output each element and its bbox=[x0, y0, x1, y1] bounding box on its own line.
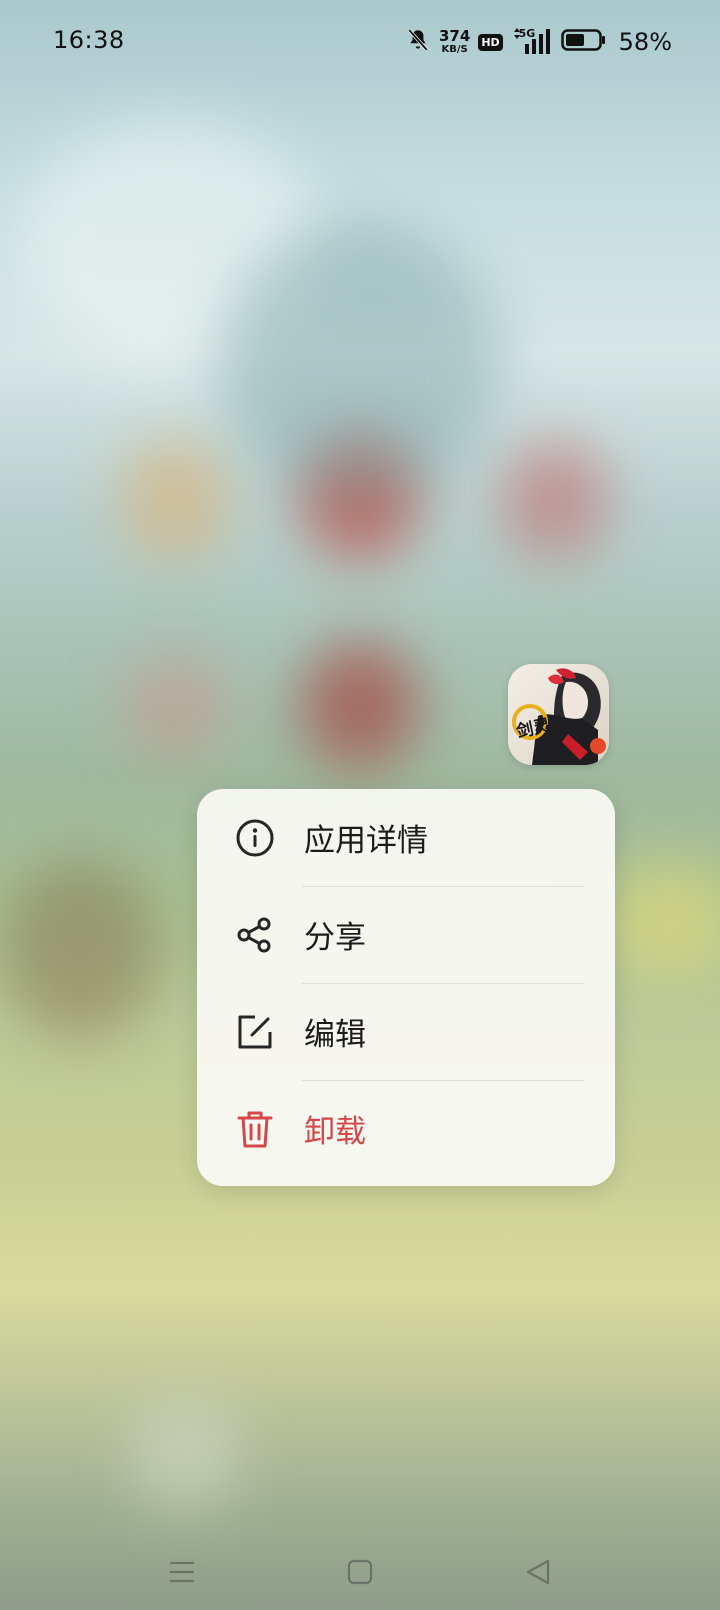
blurred-app-icon bbox=[120, 440, 230, 560]
blurred-app-icon bbox=[300, 640, 420, 770]
net-speed-unit: KB/S bbox=[441, 43, 468, 55]
menu-item-share[interactable]: 分享 bbox=[197, 886, 615, 983]
blurred-wallpaper-tree bbox=[220, 220, 500, 500]
back-icon[interactable] bbox=[516, 1550, 560, 1594]
share-icon bbox=[233, 913, 277, 957]
edit-icon bbox=[233, 1010, 277, 1054]
navigation-bar bbox=[0, 1540, 720, 1600]
blurred-app-icon bbox=[120, 650, 230, 760]
battery-icon bbox=[560, 28, 607, 56]
menu-item-edit[interactable]: 编辑 bbox=[197, 983, 615, 1080]
menu-item-label: 应用详情 bbox=[304, 823, 428, 859]
blurred-app-icon bbox=[500, 440, 610, 560]
menu-icon[interactable] bbox=[160, 1550, 204, 1594]
battery-percent: 58% bbox=[618, 28, 672, 56]
net-speed-value: 374 bbox=[439, 26, 471, 45]
menu-item-uninstall[interactable]: 卸载 bbox=[197, 1080, 615, 1177]
bell-muted-icon bbox=[405, 27, 431, 57]
menu-item-label: 卸载 bbox=[304, 1114, 366, 1150]
net-speed: 374 KB/S bbox=[439, 26, 471, 56]
blurred-wallpaper-light bbox=[600, 860, 720, 980]
menu-item-app-info[interactable]: 应用详情 bbox=[197, 789, 615, 886]
blurred-wallpaper-rock bbox=[0, 860, 160, 1040]
menu-item-label: 分享 bbox=[304, 920, 366, 956]
app-context-menu: 应用详情 分享 编辑 卸载 bbox=[197, 789, 615, 1186]
game-app-icon[interactable]: 剑灵 bbox=[508, 664, 609, 765]
status-time: 16:38 bbox=[53, 26, 125, 54]
home-icon[interactable] bbox=[338, 1550, 382, 1594]
info-icon bbox=[233, 816, 277, 860]
status-icons: 374 KB/S HD 5G 58% bbox=[405, 24, 672, 60]
blurred-dock-icon bbox=[130, 1400, 240, 1510]
trash-icon bbox=[233, 1107, 277, 1151]
home-screen-background: 16:38 374 KB/S HD 5G 58% 剑灵 应用详情 分享 编辑 卸… bbox=[0, 0, 720, 1610]
hd-icon: HD bbox=[478, 33, 503, 51]
menu-item-label: 编辑 bbox=[304, 1017, 366, 1053]
signal-icon: 5G bbox=[511, 27, 553, 56]
status-bar: 16:38 374 KB/S HD 5G 58% bbox=[0, 0, 720, 86]
